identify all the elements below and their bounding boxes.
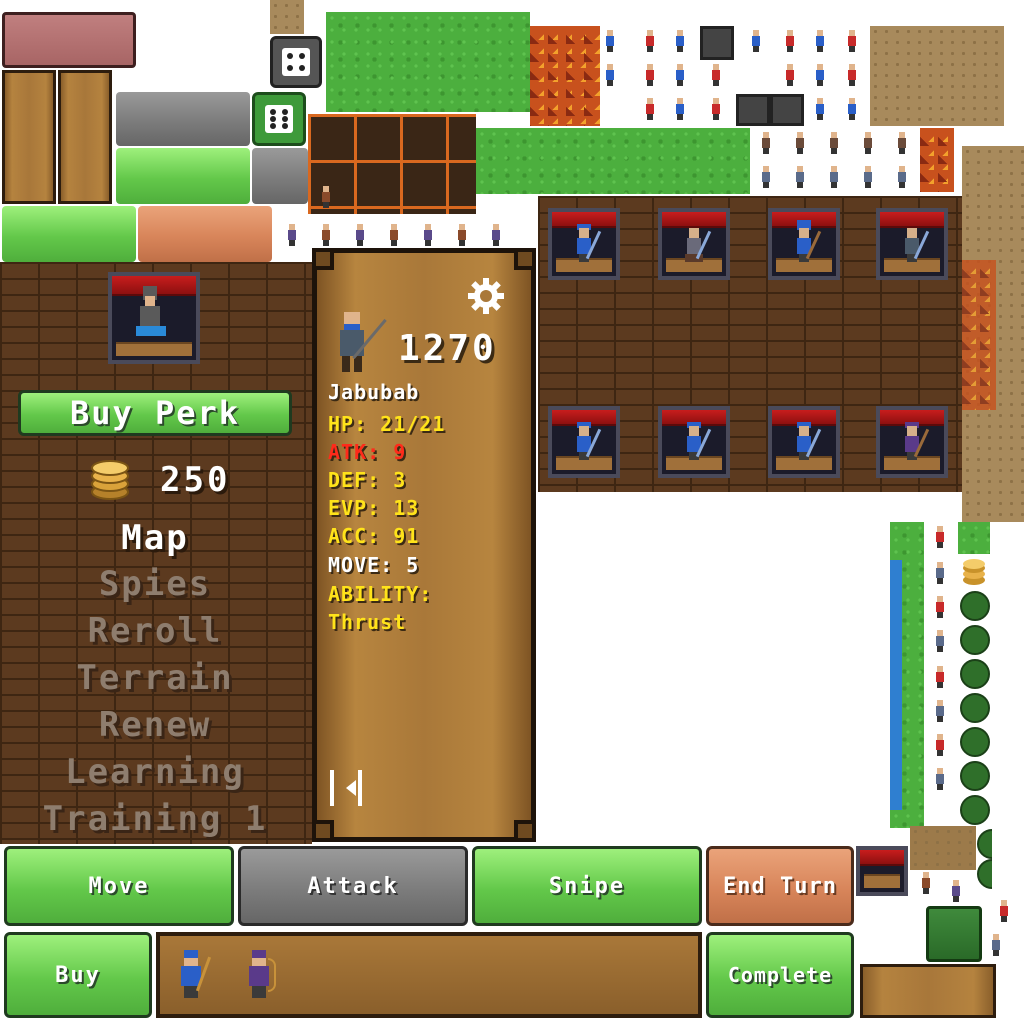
stat-atk: ATK: 9 [328,440,407,464]
recruit-unit-spearman[interactable] [176,950,212,1000]
move-button[interactable]: Move [4,846,234,926]
wood-bottom-tile [860,964,996,1018]
unit-portrait[interactable] [658,406,730,478]
grass-water-tile [476,128,750,194]
wood-tile-1 [2,70,56,204]
complete-button[interactable]: Complete [706,932,854,1018]
menu-item-map[interactable]: Map [0,518,310,558]
dirt-tile [270,0,304,34]
stat-evp: EVP: 13 [328,496,420,520]
lava-tile [530,26,600,126]
card-corner [514,820,536,842]
dice-icon[interactable] [270,36,322,88]
gold-coins-icon [90,456,130,500]
unit-name: Jabubab [328,380,420,404]
gear-icon[interactable] [466,276,506,316]
stat-move: MOVE: 5 [328,553,420,577]
stat-hp: HP: 21/21 [328,412,446,436]
recruit-unit-archer[interactable] [244,950,276,1000]
end-turn-button[interactable]: End Turn [706,846,854,926]
unit-portrait[interactable] [876,406,948,478]
unit-portrait[interactable] [876,208,948,280]
recruit-tray [156,932,702,1018]
unit-portrait[interactable] [658,208,730,280]
unit-score: 1270 [398,328,497,369]
menu-item-spies[interactable]: Spies [0,564,310,604]
lava-tile-2 [920,128,954,192]
unit-sprite [334,310,390,374]
menu-item-training[interactable]: Training 1 [0,799,310,839]
attack-button[interactable]: Attack [238,846,468,926]
water-strip-tile [890,560,902,810]
ability-label: ABILITY: [328,582,433,606]
unit-portrait[interactable] [548,208,620,280]
lava-strip-tile [962,260,996,410]
archer-sprites-small [912,870,1022,960]
move-label: Move [88,873,150,899]
snipe-label: Snipe [548,873,626,899]
green-tile [116,148,250,204]
gold-amount: 250 [160,460,231,500]
bridge-tile [910,826,976,870]
gold-coins-icon [962,558,986,586]
stat-acc: ACC: 91 [328,524,420,548]
complete-label: Complete [727,963,833,987]
wood-tile-2 [58,70,112,204]
end-turn-label: End Turn [723,873,837,899]
gray-tile [116,92,250,146]
ability-value: Thrust [328,610,407,634]
buy-label: Buy [55,962,101,988]
empty-portrait [856,846,908,896]
unit-portrait[interactable] [768,406,840,478]
green-tile-2 [2,206,136,262]
attack-label: Attack [307,873,399,899]
buy-perk-button[interactable]: Buy Perk [18,390,292,436]
menu-item-terrain[interactable]: Terrain [0,658,310,698]
card-corner [312,248,334,270]
snipe-button[interactable]: Snipe [472,846,702,926]
card-corner [514,248,536,270]
menu-item-learning[interactable]: Learning [0,752,310,792]
soldier-sprite-column [926,526,956,796]
unit-portrait[interactable] [768,208,840,280]
card-corner [312,820,334,842]
unit-sprite-row [600,26,870,126]
unit-portrait[interactable] [548,406,620,478]
dirt-grass-tile [870,26,1004,126]
player-portrait [108,272,200,364]
collapse-icon[interactable] [326,768,366,808]
grass-tile-small [958,522,990,554]
menu-item-renew[interactable]: Renew [0,705,310,745]
dice-icon[interactable] [252,92,306,146]
archer-sprite-row [280,186,510,250]
buy-button[interactable]: Buy [4,932,152,1018]
cavalry-sprite-row [750,128,920,194]
grass-map-tile [326,12,530,112]
buy-perk-label: Buy Perk [69,394,241,432]
red-panel-tile [2,12,136,68]
stat-def: DEF: 3 [328,468,407,492]
orange-tile [138,206,272,262]
menu-item-reroll[interactable]: Reroll [0,611,310,651]
